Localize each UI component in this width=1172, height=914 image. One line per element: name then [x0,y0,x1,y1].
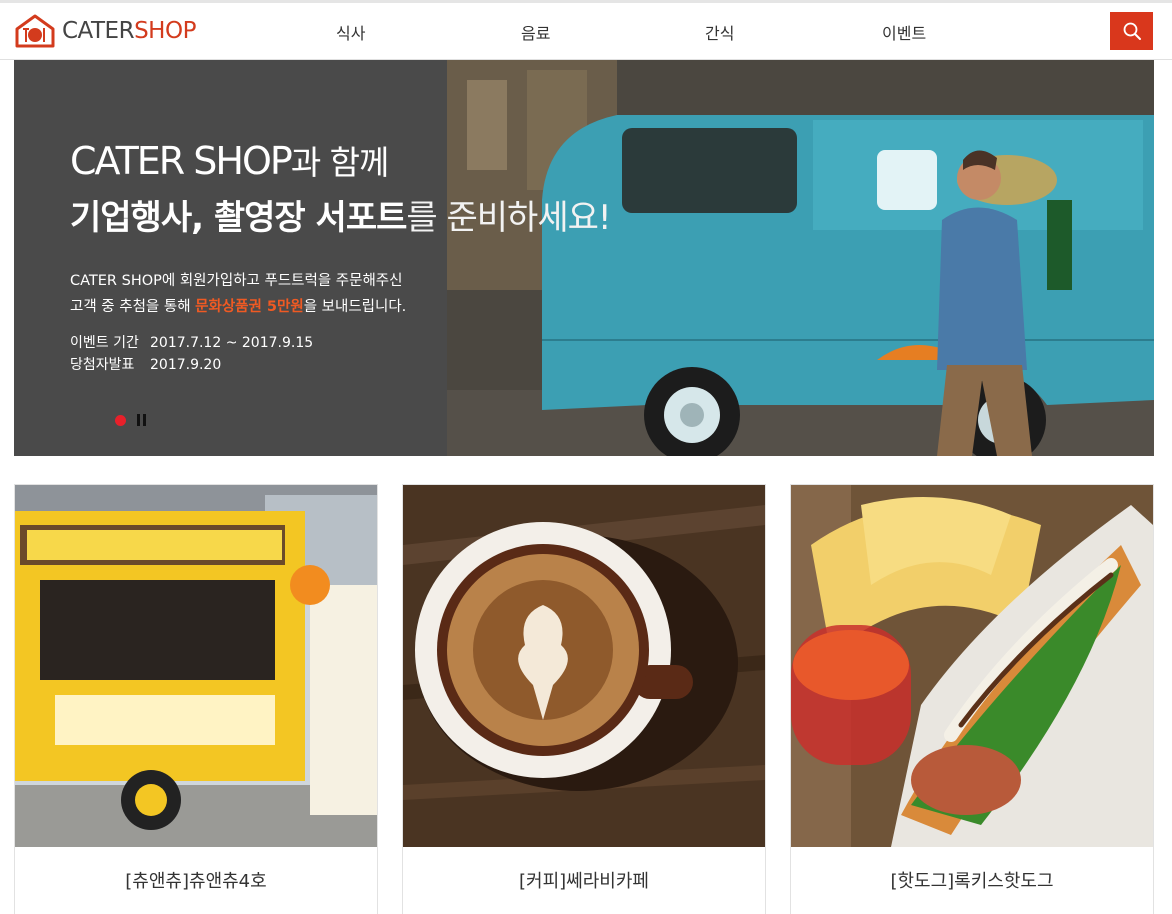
logo[interactable]: CATERSHOP [14,13,196,49]
hero-desc-line2-post: 을 보내드립니다. [303,299,407,315]
vendor-card-churros[interactable]: [츄앤츄]츄앤츄4호 [14,484,378,914]
search-icon [1123,22,1141,40]
hero-desc-line2: 고객 중 추첨을 통해 문화상품권 5만원을 보내드립니다. [70,294,406,320]
pause-icon[interactable] [137,414,147,426]
logo-text: CATERSHOP [62,18,196,44]
vendor-name: [츄앤츄]츄앤츄4호 [125,871,267,892]
hero-description: CATER SHOP에 회원가입하고 푸드트럭을 주문해주신 고객 중 추첨을 … [70,268,406,320]
hero-banner[interactable]: CATER SHOP과 함께 기업행사, 촬영장 서포트를 준비하세요! CAT… [14,60,1154,456]
slide-indicator-dot[interactable] [115,415,126,426]
vendor-card-cafe[interactable]: [커피]쎄라비카페 [402,484,766,914]
winner-announcement: 당첨자발표 2017.9.20 [70,354,313,376]
food-truck-logo-icon [14,13,56,49]
hero-event-info: 이벤트 기간 2017.7.12 ~ 2017.9.15 당첨자발표 2017.9.… [70,332,313,376]
vendor-name: [커피]쎄라비카페 [519,871,649,892]
logo-word-cater: CATER [62,18,135,44]
hero-subtitle-bold: 기업행사, 촬영장 서포트 [70,198,407,238]
latte-image [403,485,765,847]
vendor-name: [핫도그]록키스핫도그 [890,871,1054,892]
hero-desc-highlight: 문화상품권 5만원 [195,299,304,315]
winner-announcement-value: 2017.9.20 [150,357,222,373]
hero-subtitle-light: 를 준비하세요! [406,198,611,238]
winner-announcement-label: 당첨자발표 [70,357,135,373]
hero-subtitle: 기업행사, 촬영장 서포트를 준비하세요! [70,190,612,239]
event-period: 이벤트 기간 2017.7.12 ~ 2017.9.15 [70,332,313,354]
hero-food-truck-photo [447,60,1154,456]
logo-word-shop: SHOP [134,18,196,44]
search-button[interactable] [1110,12,1153,50]
hotdog-image [791,485,1153,847]
vendor-card-hotdog[interactable]: [핫도그]록키스핫도그 [790,484,1154,914]
nav-item-drink[interactable]: 음료 [521,20,550,44]
nav-item-snack[interactable]: 간식 [705,20,734,44]
event-period-value: 2017.7.12 ~ 2017.9.15 [150,335,314,351]
churros-truck-image [15,485,377,847]
hero-desc-line1: CATER SHOP에 회원가입하고 푸드트럭을 주문해주신 [70,273,403,289]
hero-title-suffix: 과 함께 [290,143,390,182]
nav-item-event[interactable]: 이벤트 [882,20,926,44]
event-period-label: 이벤트 기간 [70,335,139,351]
site-header: CATERSHOP 식사 음료 간식 이벤트 [0,3,1172,60]
nav-item-meal[interactable]: 식사 [336,20,365,44]
hero-title: CATER SHOP과 함께 [70,136,390,184]
hero-text-panel [14,60,447,456]
hero-desc-line2-pre: 고객 중 추첨을 통해 [70,299,196,315]
hero-title-brand: CATER SHOP [70,139,293,183]
